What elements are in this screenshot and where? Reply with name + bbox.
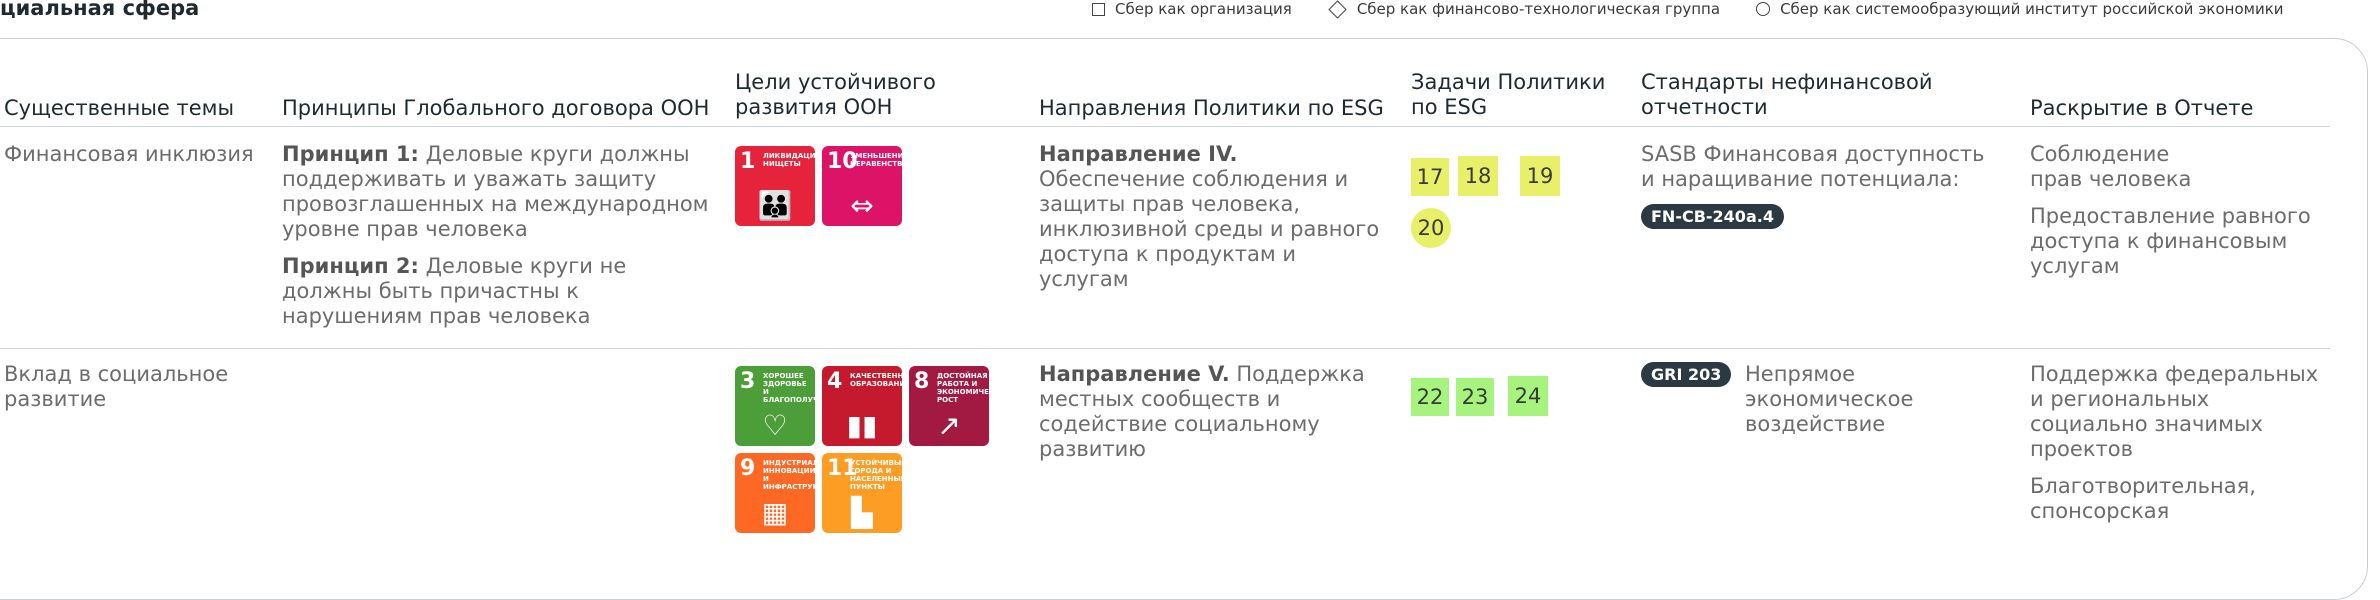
sdg-3-label: Хорошее здоровье и благополучие — [763, 372, 815, 404]
sdg-3-number: 3 — [740, 369, 756, 394]
header-sdg-line1: Цели устойчивого — [735, 70, 936, 94]
header-standards: Стандарты нефинансовой отчетности — [1641, 70, 1933, 120]
task-22: 22 — [1411, 378, 1449, 416]
header-divider — [0, 126, 2330, 127]
sdg-9-tile: 9 Индустриализация, инновации и инфрастр… — [735, 453, 815, 533]
row2-direction-title: Направление V. — [1039, 362, 1230, 386]
row1-standard-text: SASB Финансовая доступность и наращивани… — [1641, 142, 1985, 191]
header-standards-line2: отчетности — [1641, 95, 1768, 119]
sdg-4-tile: 4 Качественное образование ▮▮ — [822, 366, 902, 446]
cubes-icon: ▦ — [761, 496, 789, 529]
row2-standard-text: Непрямое экономическое воздействие — [1745, 362, 1914, 436]
sdg-8-label: Достойная работа и экономический рост — [937, 372, 989, 404]
legend-group: Сбер как финансово-технологическая групп… — [1328, 0, 1721, 19]
header-disclosure: Раскрытие в Отчете — [2030, 96, 2254, 120]
sdg-3-tile: 3 Хорошее здоровье и благополучие ♡ — [735, 366, 815, 446]
circle-icon — [1756, 2, 1771, 16]
task-20: 20 — [1411, 208, 1451, 248]
header-topics: Существенные темы — [4, 96, 235, 120]
row2-topic: Вклад в социальное развитие — [4, 362, 229, 411]
legend-institute: Сбер как системообразующий институт росс… — [1756, 0, 2284, 18]
heartbeat-icon: ♡ — [762, 409, 788, 442]
row1-standard-code: FN-CB-240a.4 — [1641, 204, 1784, 229]
diamond-icon — [1328, 0, 1347, 19]
sdg-4-number: 4 — [827, 369, 843, 394]
growth-icon: ↗ — [937, 409, 961, 442]
row2-disclosure: Поддержка федеральных и региональных соц… — [2030, 362, 2330, 536]
sdg-9-number: 9 — [740, 456, 756, 481]
task-19-label: 19 — [1526, 164, 1554, 188]
task-24: 24 — [1508, 376, 1548, 416]
sdg-1-label: Ликвидация нищеты — [763, 152, 815, 168]
row2-direction: Направление V. Поддержка местных сообщес… — [1039, 362, 1384, 462]
row1-topic: Финансовая инклюзия — [4, 142, 254, 166]
legend-group-label: Сбер как финансово-технологическая групп… — [1356, 0, 1721, 18]
sdg-1-tile: 1 Ликвидация нищеты 👪 — [735, 146, 815, 226]
task-18: 18 — [1458, 156, 1498, 196]
header-sdg: Цели устойчивого развития ООН — [735, 70, 936, 120]
book-icon: ▮▮ — [846, 409, 878, 442]
row1-disclosure-2: Предоставление равного доступа к финансо… — [2030, 204, 2311, 278]
row1-principle-2-title: Принцип 2: — [282, 254, 419, 278]
row1-principles: Принцип 1: Деловые круги должны поддержи… — [282, 142, 712, 341]
header-standards-line1: Стандарты нефинансовой — [1641, 70, 1933, 94]
header-sdg-line2: развития ООН — [735, 95, 893, 119]
row2-disclosure-1: Поддержка федеральных и региональных соц… — [2030, 362, 2319, 461]
header-tasks-line1: Задачи Политики — [1411, 70, 1606, 94]
city-icon: ▙ — [851, 496, 873, 529]
row2-disclosure-2: Благотворительная, спонсорская — [2030, 474, 2256, 523]
header-directions: Направления Политики по ESG — [1039, 96, 1384, 120]
sdg-4-label: Качественное образование — [850, 372, 902, 388]
row1-disclosure-1: Соблюдение прав человека — [2030, 142, 2192, 191]
legend: Сбер как организация Сбер как финансово-… — [1092, 0, 2284, 19]
sdg-9-label: Индустриализация, инновации и инфраструк… — [763, 459, 815, 491]
sdg-8-tile: 8 Достойная работа и экономический рост … — [909, 366, 989, 446]
sdg-11-tile: 11 Устойчивые города и населенные пункты… — [822, 453, 902, 533]
equality-icon: ⇔ — [850, 189, 874, 222]
family-icon: 👪 — [757, 189, 793, 222]
sdg-11-label: Устойчивые города и населенные пункты — [850, 459, 902, 491]
row-divider — [0, 348, 2330, 349]
section-title: циальная сфера — [0, 0, 200, 20]
sdg-10-tile: 10 Уменьшение неравенства ⇔ — [822, 146, 902, 226]
task-24-label: 24 — [1514, 384, 1542, 408]
sdg-1-number: 1 — [740, 149, 756, 174]
task-23: 23 — [1456, 378, 1494, 416]
legend-org: Сбер как организация — [1092, 0, 1292, 18]
header-principles: Принципы Глобального договора ООН — [282, 96, 710, 120]
task-17: 17 — [1411, 158, 1449, 196]
legend-org-label: Сбер как организация — [1115, 0, 1292, 18]
header-tasks-line2: по ESG — [1411, 95, 1488, 119]
row1-direction-title: Направление IV. — [1039, 142, 1238, 166]
row1-disclosure: Соблюдение прав человека Предоставление … — [2030, 142, 2330, 291]
legend-institute-label: Сбер как системообразующий институт росс… — [1780, 0, 2284, 18]
row1-principle-1-title: Принцип 1: — [282, 142, 419, 166]
row1-principle-1: Принцип 1: Деловые круги должны поддержи… — [282, 142, 712, 242]
row1-principle-2: Принцип 2: Деловые круги не должны быть … — [282, 254, 712, 329]
sdg-10-label: Уменьшение неравенства — [850, 152, 902, 168]
task-18-label: 18 — [1464, 164, 1492, 188]
sdg-8-number: 8 — [914, 369, 930, 394]
row1-direction-text: Обеспечение соблюдения и защиты прав чел… — [1039, 167, 1380, 291]
row1-direction: Направление IV. Обеспечение соблюдения и… — [1039, 142, 1384, 292]
square-icon — [1092, 2, 1105, 16]
task-19: 19 — [1520, 156, 1560, 196]
header-tasks: Задачи Политики по ESG — [1411, 70, 1605, 120]
row2-standard-code: GRI 203 — [1641, 362, 1732, 387]
